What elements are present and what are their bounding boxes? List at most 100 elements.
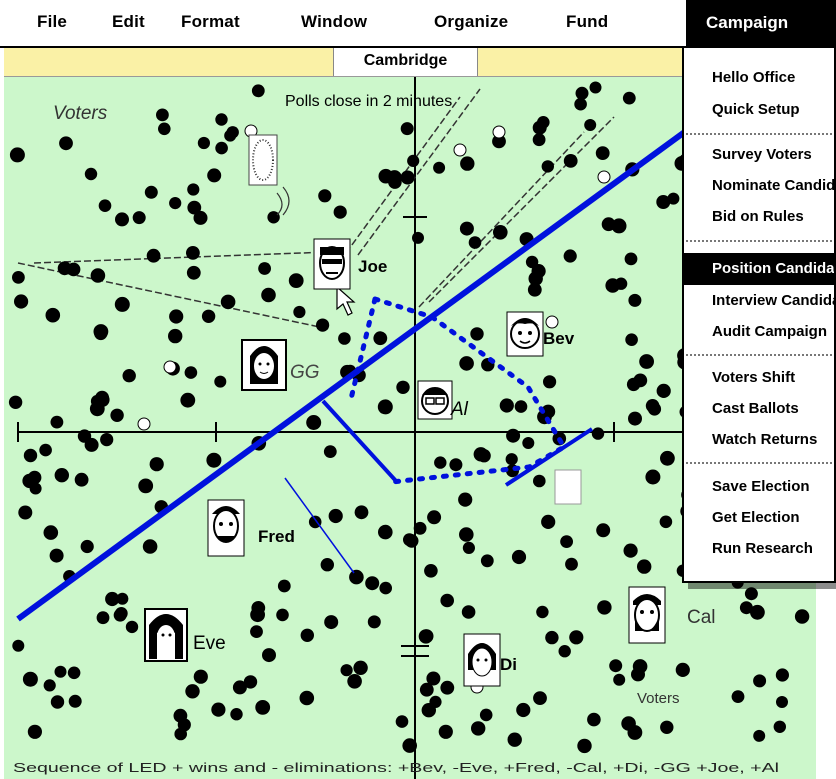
menu-item-interview-candidates[interactable]: Interview Candidates <box>684 285 834 317</box>
menu-item-save-election[interactable]: Save Election <box>684 471 834 503</box>
voter-dot <box>84 167 98 181</box>
voter-dot <box>184 366 198 379</box>
voter-dot <box>731 690 745 703</box>
voter-dot <box>628 293 642 307</box>
voter-dot <box>624 252 638 266</box>
voter-dot <box>434 456 447 469</box>
menu-item-audit-campaign[interactable]: Audit Campaign <box>684 316 834 348</box>
menu-organize[interactable]: Organize <box>434 12 508 32</box>
voter-dot <box>656 383 671 398</box>
voter-dot <box>560 535 573 548</box>
voters-label: Voters <box>53 103 108 124</box>
menu-separator <box>686 462 834 464</box>
voter-dot <box>462 541 475 554</box>
voter-dot <box>458 492 473 507</box>
menu-campaign[interactable]: Campaign <box>686 0 836 46</box>
menu-item-run-research[interactable]: Run Research <box>684 533 834 565</box>
voter-dot <box>584 119 597 131</box>
candidate-joe[interactable]: Joe <box>313 238 387 290</box>
voter-dot <box>633 373 648 388</box>
svg-text:Eve: Eve <box>193 633 226 654</box>
menu-bar: File Edit Format Window Organize Fund Ca… <box>0 0 836 48</box>
menu-edit[interactable]: Edit <box>112 12 145 32</box>
voter-dot <box>565 557 578 571</box>
voter-dot <box>333 205 347 219</box>
voter-dot <box>68 694 82 708</box>
voter-dot <box>169 309 184 324</box>
voter-dot <box>43 679 56 692</box>
menu-file[interactable]: File <box>37 12 67 32</box>
menu-format[interactable]: Format <box>181 12 240 32</box>
candidate-eve[interactable]: Eve <box>144 608 226 662</box>
voter-dot <box>187 183 200 196</box>
voter-dot <box>138 478 154 494</box>
menu-fund[interactable]: Fund <box>566 12 608 32</box>
voter-dot <box>349 569 364 585</box>
candidate-bev[interactable]: Bev <box>506 311 575 357</box>
voter-dot <box>293 305 306 319</box>
voter-dot <box>197 136 210 150</box>
candidate-di[interactable]: Di <box>463 633 517 687</box>
voter-dot <box>639 354 654 369</box>
menu-item-watch-returns[interactable]: Watch Returns <box>684 424 834 456</box>
voter-dot <box>12 639 25 652</box>
window-title: Cambridge <box>333 48 478 76</box>
voter-dot <box>424 564 438 578</box>
voter-dot <box>93 324 109 339</box>
voter-dot <box>660 720 674 734</box>
voter-dot <box>353 660 368 675</box>
voter-dot <box>255 700 271 715</box>
voter-dot <box>299 690 315 706</box>
voter-dot <box>589 81 602 94</box>
menu-item-nominate-candidates[interactable]: Nominate Candidates <box>684 170 834 202</box>
voter-dot <box>647 402 662 416</box>
menu-item-quick-setup[interactable]: Quick Setup <box>684 94 834 126</box>
voter-dot <box>675 662 690 678</box>
svg-text:GG: GG <box>290 362 320 383</box>
cursor-icon <box>336 285 356 316</box>
voter-dot <box>114 607 128 620</box>
voter-dot <box>114 296 130 312</box>
menu-item-hello-office[interactable]: Hello Office <box>684 62 834 94</box>
voter-dot <box>43 525 59 540</box>
campaign-menu: Hello Office Quick Setup Survey Voters N… <box>682 46 836 583</box>
voter-dot <box>591 427 605 440</box>
open-voter-dot <box>137 417 151 431</box>
voter-dot <box>609 659 623 673</box>
menu-item-get-election[interactable]: Get Election <box>684 502 834 534</box>
candidate-cal[interactable]: Cal <box>628 586 716 644</box>
voter-dot <box>320 558 334 572</box>
menu-item-cast-ballots[interactable]: Cast Ballots <box>684 393 834 425</box>
voter-dot <box>429 695 442 709</box>
open-voter-dot <box>597 170 611 184</box>
voter-dot <box>59 136 73 151</box>
voter-dot <box>400 170 415 185</box>
voter-dot <box>541 514 556 529</box>
menu-window[interactable]: Window <box>301 12 367 32</box>
voter-dot <box>750 604 765 620</box>
voter-dot <box>156 108 169 122</box>
elimination-sequence: Sequence of LED + wins and - elimination… <box>13 761 779 775</box>
microphone-icon <box>248 134 290 216</box>
voter-dot <box>50 415 64 429</box>
candidate-al[interactable]: Al <box>417 380 469 420</box>
menu-item-survey-voters[interactable]: Survey Voters <box>684 139 834 171</box>
status-message: Polls close in 2 minutes <box>285 93 452 110</box>
menu-item-voters-shift[interactable]: Voters Shift <box>684 362 834 394</box>
menu-separator <box>686 354 834 356</box>
voter-dot <box>347 674 362 689</box>
menu-item-position-candidates[interactable]: Position Candidates <box>684 253 834 285</box>
candidate-gg[interactable]: GG <box>241 339 320 391</box>
voter-dot <box>776 696 788 708</box>
voter-dot <box>659 515 673 529</box>
window-title-bar[interactable]: Cambridge <box>4 48 686 77</box>
voter-dot <box>438 724 453 739</box>
voter-dot <box>379 581 393 595</box>
voter-dot <box>623 543 638 558</box>
voter-dot <box>45 307 61 323</box>
menu-item-bid-on-rules[interactable]: Bid on Rules <box>684 201 834 233</box>
voter-dot <box>98 199 112 212</box>
voter-dot <box>318 189 332 203</box>
voter-dot <box>493 225 508 240</box>
candidate-fred[interactable]: Fred <box>207 499 295 557</box>
